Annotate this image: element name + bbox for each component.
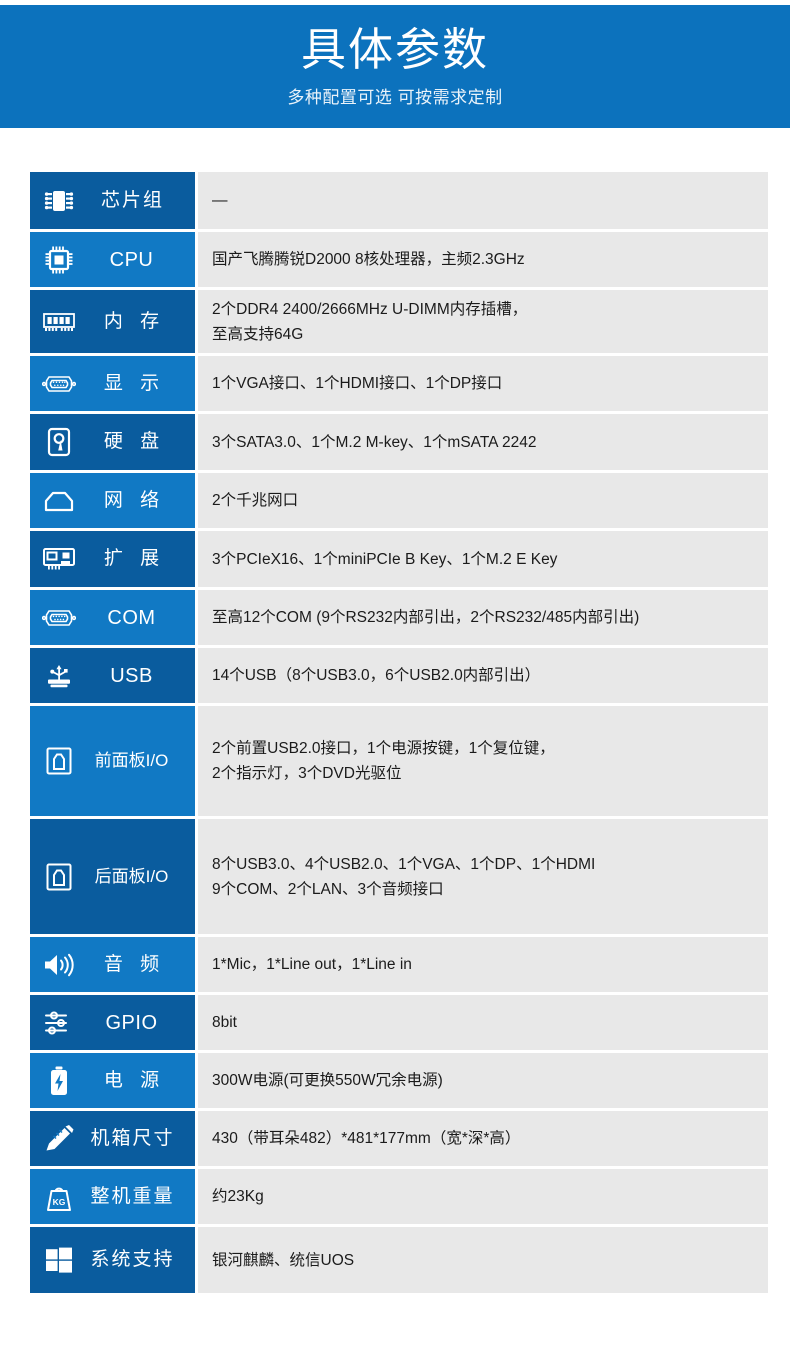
spec-value-cell: 8个USB3.0、4个USB2.0、1个VGA、1个DP、1个HDMI 9个CO…: [198, 819, 768, 934]
spec-label-cell: 系统支持: [30, 1227, 195, 1293]
spec-label-cell: 网 络: [30, 473, 195, 528]
spec-row: 硬 盘 3个SATA3.0、1个M.2 M-key、1个mSATA 2242: [30, 414, 768, 470]
spec-value-cell: 300W电源(可更换550W冗余电源): [198, 1053, 768, 1108]
spec-label-text: 扩 展: [103, 548, 166, 569]
spec-value-cell: 1个VGA接口、1个HDMI接口、1个DP接口: [198, 356, 768, 411]
spec-value-cell: 2个DDR4 2400/2666MHz U-DIMM内存插槽， 至高支持64G: [198, 290, 768, 353]
spec-row: KG 整机重量 约23Kg: [30, 1169, 768, 1224]
spec-value-cell: 2个前置USB2.0接口，1个电源按键，1个复位键， 2个指示灯，3个DVD光驱…: [198, 706, 768, 816]
spec-label-cell: 音 频: [30, 937, 195, 992]
vga-display-icon: [42, 369, 76, 399]
spec-label-text: 后面板I/O: [94, 866, 169, 886]
spec-row: COM 至高12个COM (9个RS232内部引出，2个RS232/485内部引出…: [30, 590, 768, 645]
spec-label-text: 内 存: [103, 310, 166, 332]
serial-db9-icon: [42, 603, 76, 633]
spec-value-cell: 约23Kg: [198, 1169, 768, 1224]
spec-row: USB 14个USB（8个USB3.0，6个USB2.0内部引出）: [30, 648, 768, 703]
spec-label-cell: GPIO: [30, 995, 195, 1050]
svg-text:KG: KG: [53, 1197, 66, 1207]
spec-row: GPIO 8bit: [30, 995, 768, 1050]
spec-row: 机箱尺寸 430（带耳朵482）*481*177mm（宽*深*高）: [30, 1111, 768, 1166]
spec-label-text: GPIO: [105, 1011, 158, 1034]
spec-label-cell: 内 存: [30, 290, 195, 353]
cpu-icon: [42, 245, 76, 275]
spec-label-cell: 机箱尺寸: [30, 1111, 195, 1166]
spec-label-text: 显 示: [103, 372, 166, 394]
spec-label-cell: USB: [30, 648, 195, 703]
spec-page: 具体参数 多种配置可选 可按需求定制 芯片组 — CPU 国产飞腾腾锐D2000 8…: [0, 0, 790, 1353]
specification-table: 芯片组 — CPU 国产飞腾腾锐D2000 8核处理器，主频2.3GHz 内 存 2个…: [30, 172, 768, 1296]
spec-label-cell: 前面板I/O: [30, 706, 195, 816]
spec-row: 显 示 1个VGA接口、1个HDMI接口、1个DP接口: [30, 356, 768, 411]
spec-value-cell: 3个PCIeX16、1个miniPCIe B Key、1个M.2 E Key: [198, 531, 768, 587]
spec-label-text: COM: [107, 606, 156, 629]
spec-row: 网 络 2个千兆网口: [30, 473, 768, 528]
ruler-pencil-icon: [42, 1124, 76, 1154]
front-panel-io-icon: [42, 746, 76, 776]
spec-row: 后面板I/O 8个USB3.0、4个USB2.0、1个VGA、1个DP、1个HDM…: [30, 819, 768, 934]
spec-row: 前面板I/O 2个前置USB2.0接口，1个电源按键，1个复位键， 2个指示灯，3…: [30, 706, 768, 816]
spec-value-cell: 8bit: [198, 995, 768, 1050]
spec-value-cell: 3个SATA3.0、1个M.2 M-key、1个mSATA 2242: [198, 414, 768, 470]
speaker-icon: [42, 950, 76, 980]
harddisk-icon: [42, 427, 76, 457]
spec-row: CPU 国产飞腾腾锐D2000 8核处理器，主频2.3GHz: [30, 232, 768, 287]
spec-label-text: 芯片组: [100, 189, 164, 211]
battery-bolt-icon: [42, 1066, 76, 1096]
spec-row: 扩 展 3个PCIeX16、1个miniPCIe B Key、1个M.2 E Ke…: [30, 531, 768, 587]
usb-icon: [42, 661, 76, 691]
spec-label-cell: CPU: [30, 232, 195, 287]
spec-label-text: 硬 盘: [103, 431, 166, 452]
spec-label-text: 机箱尺寸: [90, 1127, 175, 1149]
weight-kg-icon: KG: [42, 1182, 76, 1212]
spec-label-text: 电 源: [103, 1069, 166, 1091]
spec-label-cell: 显 示: [30, 356, 195, 411]
sliders-icon: [42, 1008, 76, 1038]
spec-row: 内 存 2个DDR4 2400/2666MHz U-DIMM内存插槽， 至高支持6…: [30, 290, 768, 353]
spec-row: 音 频 1*Mic，1*Line out，1*Line in: [30, 937, 768, 992]
spec-label-cell: 电 源: [30, 1053, 195, 1108]
spec-label-cell: 后面板I/O: [30, 819, 195, 934]
spec-label-cell: KG 整机重量: [30, 1169, 195, 1224]
spec-label-text: USB: [110, 664, 153, 687]
spec-value-cell: 国产飞腾腾锐D2000 8核处理器，主频2.3GHz: [198, 232, 768, 287]
spec-value-cell: —: [198, 172, 768, 229]
spec-row: 电 源 300W电源(可更换550W冗余电源): [30, 1053, 768, 1108]
spec-row: 系统支持 银河麒麟、统信UOS: [30, 1227, 768, 1293]
spec-value-cell: 至高12个COM (9个RS232内部引出，2个RS232/485内部引出): [198, 590, 768, 645]
spec-row: 芯片组 —: [30, 172, 768, 229]
spec-label-text: 网 络: [103, 489, 166, 511]
windows-icon: [42, 1245, 76, 1275]
spec-label-cell: 扩 展: [30, 531, 195, 587]
spec-label-cell: COM: [30, 590, 195, 645]
page-title: 具体参数: [300, 23, 489, 75]
spec-value-cell: 银河麒麟、统信UOS: [198, 1227, 768, 1293]
spec-label-text: 前面板I/O: [94, 751, 169, 770]
memory-icon: [42, 307, 76, 337]
page-subtitle: 多种配置可选 可按需求定制: [287, 87, 503, 107]
spec-label-cell: 硬 盘: [30, 414, 195, 470]
rear-panel-io-icon: [42, 862, 76, 892]
network-rj45-icon: [42, 486, 76, 516]
spec-label-cell: 芯片组: [30, 172, 195, 229]
spec-value-cell: 14个USB（8个USB3.0，6个USB2.0内部引出）: [198, 648, 768, 703]
spec-label-text: 整机重量: [90, 1185, 175, 1207]
spec-label-text: 系统支持: [90, 1249, 175, 1270]
chipset-icon: [42, 186, 76, 216]
spec-value-cell: 1*Mic，1*Line out，1*Line in: [198, 937, 768, 992]
spec-value-cell: 2个千兆网口: [198, 473, 768, 528]
page-banner: 具体参数 多种配置可选 可按需求定制: [0, 5, 790, 128]
spec-label-text: CPU: [109, 248, 154, 271]
spec-value-cell: 430（带耳朵482）*481*177mm（宽*深*高）: [198, 1111, 768, 1166]
expansion-card-icon: [42, 544, 76, 574]
spec-label-text: 音 频: [103, 953, 166, 975]
